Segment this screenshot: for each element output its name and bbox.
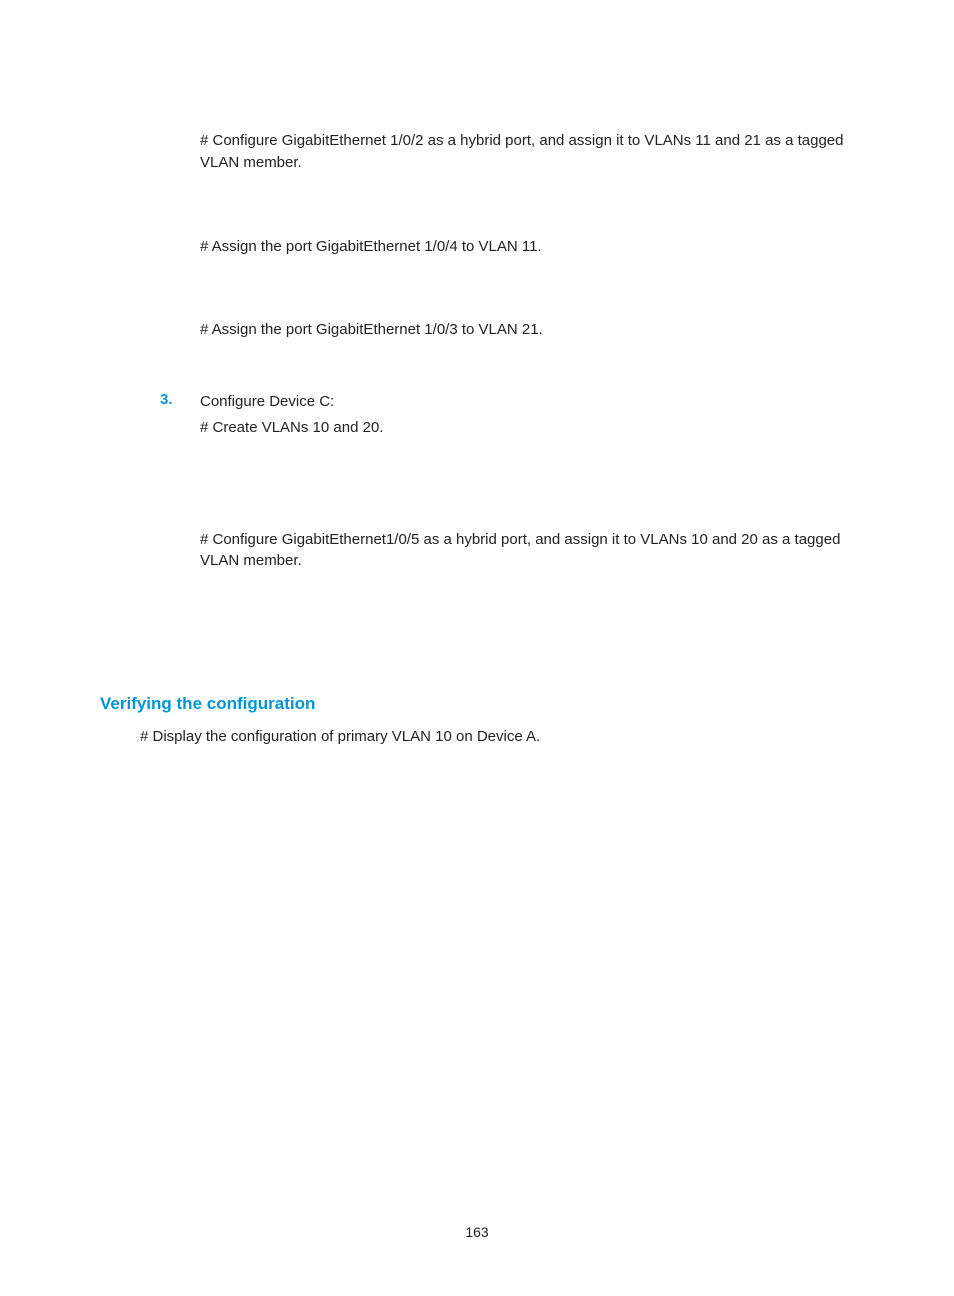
paragraph-display-primary-vlan-10: # Display the configuration of primary V… (140, 726, 854, 748)
step-number: 3. (160, 391, 200, 413)
paragraph-assign-ge-1-0-3: # Assign the port GigabitEthernet 1/0/3 … (200, 319, 854, 341)
page-number: 163 (0, 1224, 954, 1240)
step-sub-create-vlans: # Create VLANs 10 and 20. (200, 417, 854, 439)
heading-verifying-configuration: Verifying the configuration (100, 694, 854, 714)
paragraph-configure-ge-1-0-5: # Configure GigabitEthernet1/0/5 as a hy… (200, 529, 854, 573)
step-title: Configure Device C: (200, 391, 334, 413)
paragraph-assign-ge-1-0-4: # Assign the port GigabitEthernet 1/0/4 … (200, 236, 854, 258)
step-3-row: 3. Configure Device C: (160, 391, 854, 413)
paragraph-configure-ge-1-0-2: # Configure GigabitEthernet 1/0/2 as a h… (200, 130, 854, 174)
